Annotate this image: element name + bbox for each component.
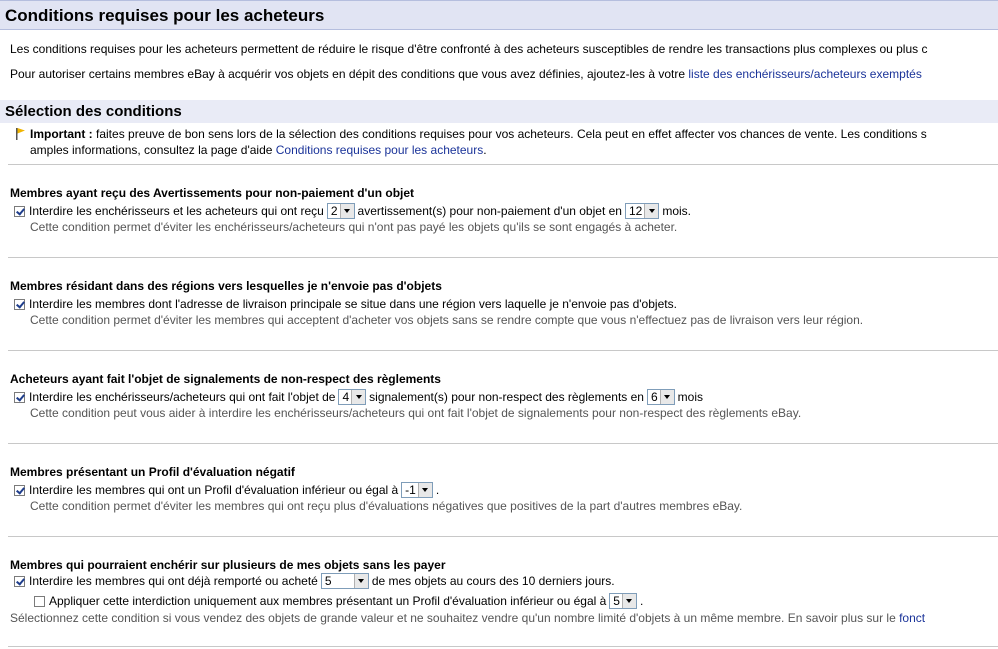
feedback-score-value: -1	[405, 483, 416, 497]
shipping-region-text: Interdire les membres dont l'adresse de …	[29, 297, 677, 311]
feedback-limit-value: 5	[613, 594, 620, 608]
item-limit-description: Sélectionnez cette condition si vous ven…	[10, 611, 925, 625]
item-limit-text-2: de mes objets au cours des 10 derniers j…	[371, 574, 615, 588]
negative-feedback-text-1: Interdire les membres qui ont un Profil …	[29, 483, 399, 497]
section-item-limit-row: Interdire les membres qui ont déjà rempo…	[14, 572, 615, 590]
selection-header: Sélection des conditions	[0, 100, 998, 123]
page-title: Conditions requises pour les acheteurs	[5, 6, 325, 25]
feedback-limit-text-2: .	[639, 594, 644, 608]
intro-text-2-prefix: Pour autoriser certains membres eBay à a…	[10, 67, 689, 81]
important-note-line2: amples informations, consultez la page d…	[30, 143, 487, 157]
policy-violation-checkbox[interactable]	[14, 391, 25, 403]
unpaid-item-description: Cette condition permet d'éviter les ench…	[30, 220, 678, 234]
negative-feedback-checkbox[interactable]	[14, 484, 25, 496]
important-note: Important : faites preuve de bon sens lo…	[30, 127, 927, 141]
item-limit-value: 5	[324, 574, 332, 588]
divider	[8, 443, 998, 444]
unpaid-item-text-1: Interdire les enchérisseurs et les achet…	[29, 204, 324, 218]
negative-feedback-description: Cette condition permet d'éviter les memb…	[30, 499, 743, 513]
section-negative-feedback-row: Interdire les membres qui ont un Profil …	[14, 481, 439, 499]
divider	[8, 536, 998, 537]
chevron-down-icon	[417, 483, 432, 497]
policy-violation-description: Cette condition peut vous aider à interd…	[30, 406, 802, 420]
unpaid-period-value: 12	[628, 204, 643, 218]
unpaid-item-text-2: avertissement(s) pour non-paiement d'un …	[357, 204, 622, 218]
section-shipping-region-row: Interdire les membres dont l'adresse de …	[14, 295, 677, 313]
page-header: Conditions requises pour les acheteurs	[0, 0, 998, 30]
learn-more-link[interactable]: fonct	[899, 611, 925, 625]
chevron-down-icon	[644, 204, 659, 218]
chevron-down-icon	[339, 204, 354, 218]
divider	[8, 646, 998, 647]
shipping-region-description: Cette condition permet d'éviter les memb…	[30, 313, 864, 327]
section-policy-violation-row: Interdire les enchérisseurs/acheteurs qu…	[14, 388, 703, 406]
chevron-down-icon	[353, 574, 368, 588]
feedback-limit-select[interactable]: 5	[609, 593, 637, 609]
negative-feedback-text-2: .	[435, 483, 440, 497]
chevron-down-icon	[621, 594, 636, 608]
policy-violation-text-1: Interdire les enchérisseurs/acheteurs qu…	[29, 390, 336, 404]
unpaid-item-text-3: mois.	[662, 204, 691, 218]
section-policy-violation-title: Acheteurs ayant fait l'objet de signalem…	[10, 372, 441, 386]
chevron-down-icon	[659, 390, 674, 404]
policy-period-value: 6	[650, 390, 658, 404]
item-limit-select[interactable]: 5	[320, 573, 369, 589]
section-item-limit-title: Membres qui pourraient enchérir sur plus…	[10, 558, 446, 572]
buyer-requirements-help-link[interactable]: Conditions requises pour les acheteurs	[276, 143, 483, 157]
unpaid-period-select[interactable]: 12	[624, 203, 660, 219]
policy-violation-text-2: signalement(s) pour non-respect des règl…	[369, 390, 644, 404]
shipping-region-checkbox[interactable]	[14, 298, 25, 310]
divider	[8, 257, 998, 258]
chevron-down-icon	[351, 390, 366, 404]
item-limit-checkbox[interactable]	[14, 575, 25, 587]
feedback-limit-checkbox[interactable]	[34, 595, 45, 607]
policy-violation-text-3: mois	[677, 390, 703, 404]
section-unpaid-item-row: Interdire les enchérisseurs et les achet…	[14, 202, 691, 220]
policy-reports-select[interactable]: 4	[338, 389, 367, 405]
unpaid-strikes-value: 2	[330, 204, 338, 218]
item-limit-text-1: Interdire les membres qui ont déjà rempo…	[29, 574, 318, 588]
feedback-limit-row: Appliquer cette interdiction uniquement …	[34, 592, 643, 610]
policy-period-select[interactable]: 6	[646, 389, 675, 405]
feedback-score-select[interactable]: -1	[401, 482, 433, 498]
important-suffix: .	[483, 143, 487, 157]
important-text: faites preuve de bon sens lors de la sél…	[92, 127, 927, 141]
important-label: Important :	[30, 127, 93, 141]
divider	[8, 350, 998, 351]
intro-text-2: Pour autoriser certains membres eBay à a…	[10, 67, 922, 81]
flag-icon	[16, 128, 25, 140]
unpaid-strikes-select[interactable]: 2	[326, 203, 355, 219]
intro-text-1: Les conditions requises pour les acheteu…	[10, 42, 928, 56]
policy-reports-value: 4	[342, 390, 350, 404]
unpaid-item-checkbox[interactable]	[14, 205, 25, 217]
divider	[8, 164, 998, 165]
section-negative-feedback-title: Membres présentant un Profil d'évaluatio…	[10, 465, 295, 479]
exempt-list-link[interactable]: liste des enchérisseurs/acheteurs exempt…	[688, 67, 921, 81]
feedback-limit-text-1: Appliquer cette interdiction uniquement …	[49, 594, 607, 608]
section-shipping-region-title: Membres résidant dans des régions vers l…	[10, 279, 442, 293]
important-line2-prefix: amples informations, consultez la page d…	[30, 143, 276, 157]
selection-title: Sélection des conditions	[5, 103, 182, 120]
item-limit-description-text: Sélectionnez cette condition si vous ven…	[10, 611, 900, 625]
section-unpaid-item-title: Membres ayant reçu des Avertissements po…	[10, 186, 415, 200]
